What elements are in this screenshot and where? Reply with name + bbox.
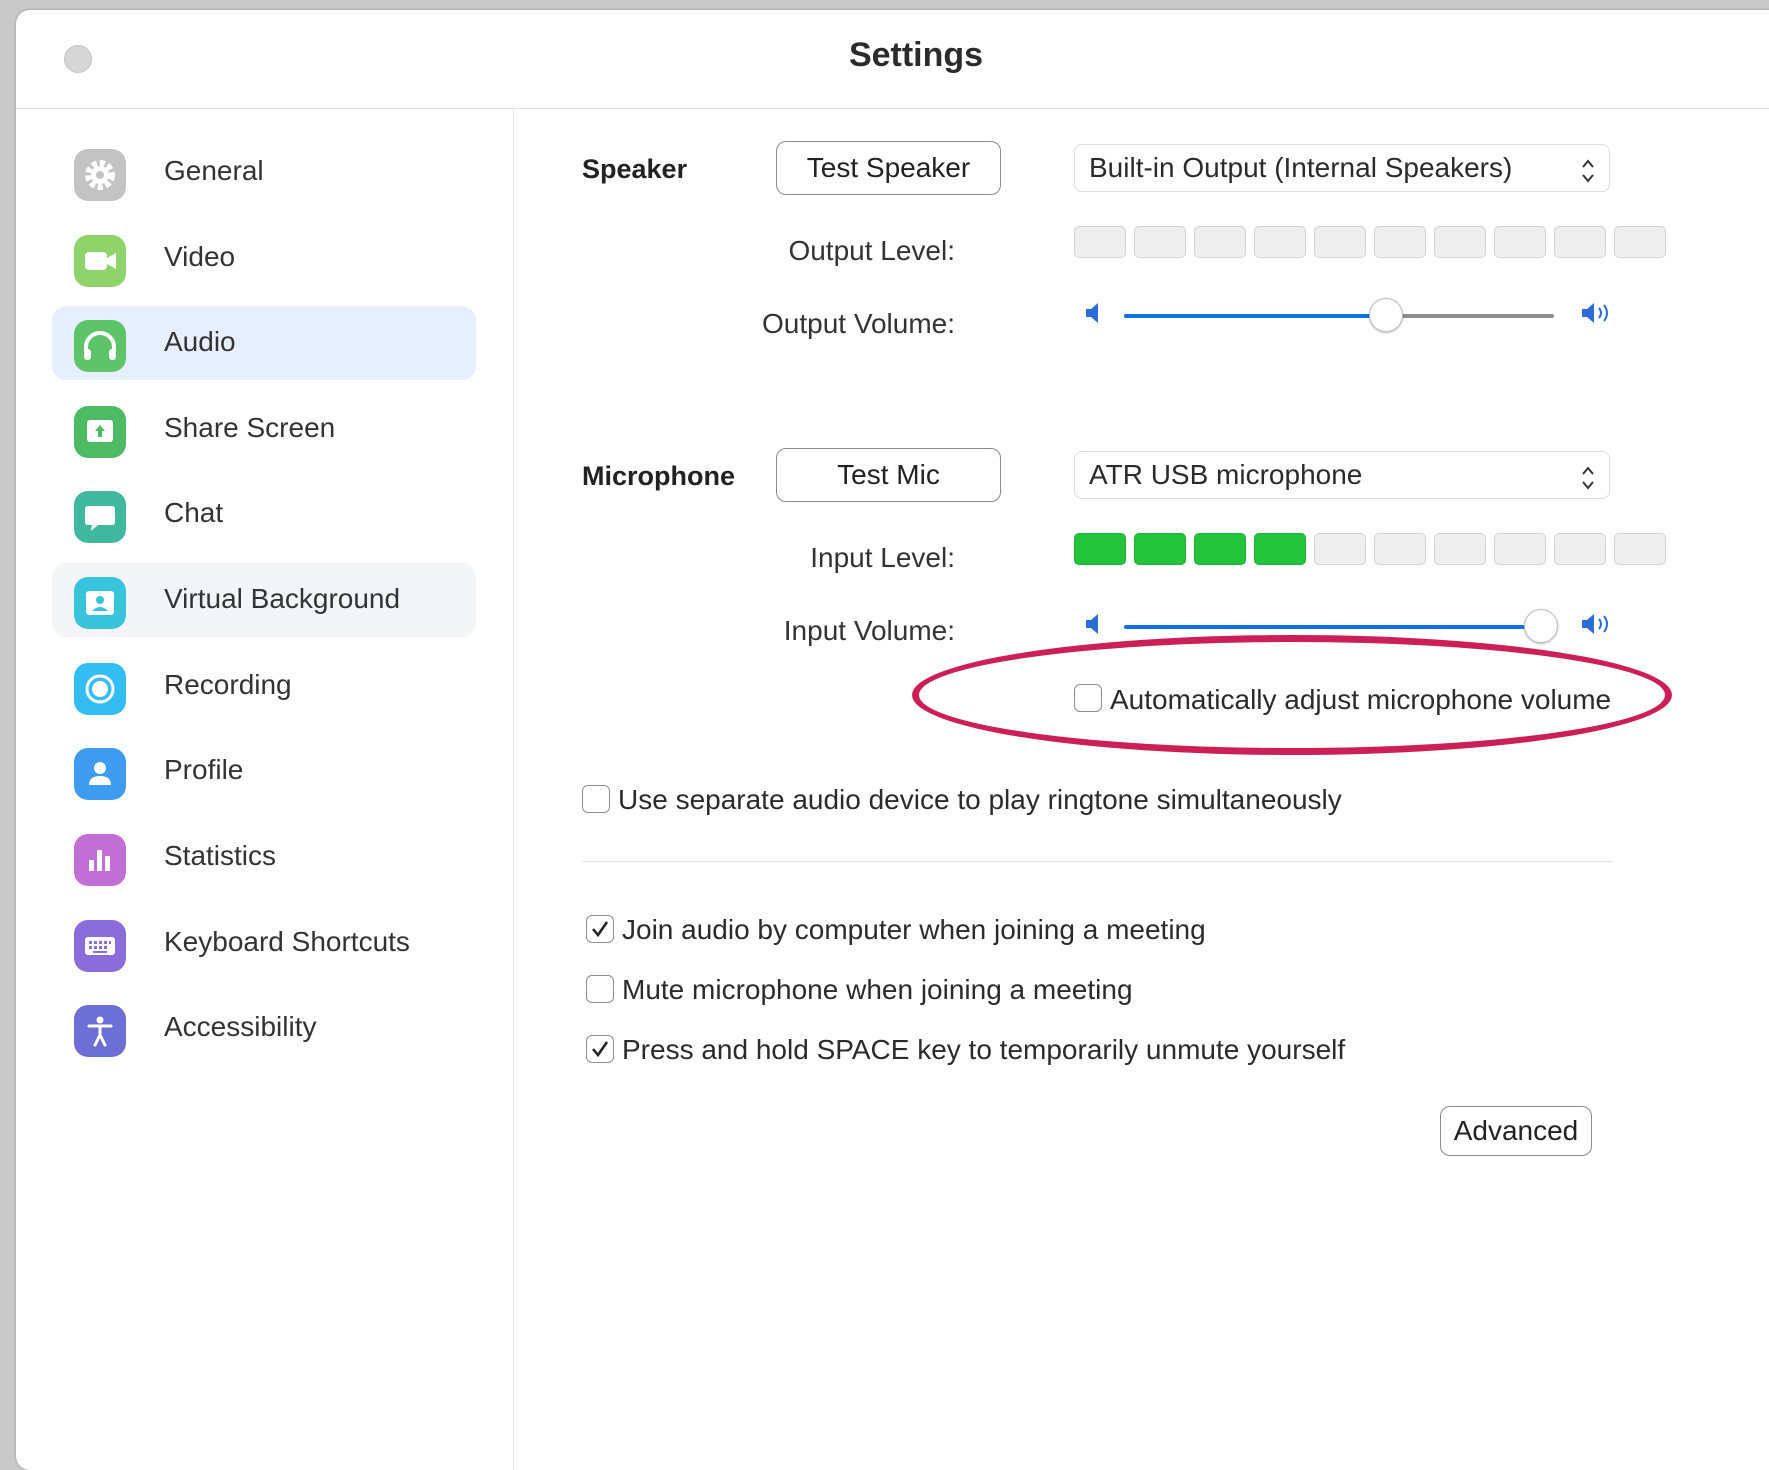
virtual-background-icon [74,577,126,629]
title-bar: Settings [16,10,1769,109]
sidebar-item-label: Virtual Background [164,583,401,614]
chevron-up-down-icon [1581,153,1595,198]
level-segment [1314,533,1366,565]
sidebar-item-chat[interactable]: Chat [52,477,476,551]
keyboard-icon [74,920,126,972]
input-volume-label: Input Volume: [783,615,955,646]
sidebar-item-keyboard-shortcuts[interactable]: Keyboard Shortcuts [52,906,476,980]
level-segment [1074,533,1126,565]
space-unmute-checkbox[interactable] [586,1035,614,1063]
level-segment [1494,533,1546,565]
output-volume-slider[interactable] [1124,297,1554,337]
sidebar-item-label: General [164,155,264,186]
volume-low-icon [1084,612,1104,641]
slider-fill [1124,625,1542,629]
sidebar-item-label: Chat [164,497,224,528]
sidebar-item-recording[interactable]: Recording [52,649,476,723]
level-segment [1194,226,1246,258]
output-volume-label: Output Volume: [761,308,955,339]
separate-ringtone-checkbox[interactable] [582,785,610,813]
level-segment [1614,533,1666,565]
level-segment [1494,226,1546,258]
advanced-button[interactable]: Advanced [1440,1106,1592,1156]
mute-on-join-checkbox[interactable] [586,975,614,1003]
sidebar-item-accessibility[interactable]: Accessibility [52,991,476,1065]
sidebar-item-label: Statistics [164,840,277,871]
window-title: Settings [848,36,984,74]
sidebar-item-label: Profile [164,754,244,785]
sidebar-item-virtual-background[interactable]: Virtual Background [52,563,476,637]
bar-chart-icon [74,834,126,886]
level-segment [1134,226,1186,258]
checkmark-icon [592,921,609,938]
sidebar-item-label: Accessibility [164,1011,317,1042]
space-unmute-label: Press and hold SPACE key to temporarily … [622,1034,1346,1065]
test-speaker-button[interactable]: Test Speaker [776,141,1001,195]
microphone-section-label: Microphone [582,461,735,491]
person-icon [74,748,126,800]
level-segment [1614,226,1666,258]
sidebar-item-label: Recording [164,669,292,700]
level-segment [1554,226,1606,258]
microphone-device-select[interactable]: ATR USB microphone [1074,451,1610,499]
speaker-device-select[interactable]: Built-in Output (Internal Speakers) [1074,144,1610,192]
microphone-device-value: ATR USB microphone [1089,459,1363,490]
chat-bubble-icon [74,491,126,543]
volume-high-icon [1580,301,1614,330]
slider-knob[interactable] [1369,298,1404,332]
sidebar-item-statistics[interactable]: Statistics [52,820,476,894]
level-segment [1374,533,1426,565]
sidebar-item-audio[interactable]: Audio [52,306,476,380]
settings-sidebar: General Video Audio Share Screen Chat Vi… [16,109,514,1470]
level-segment [1254,226,1306,258]
share-screen-icon [74,406,126,458]
chevron-up-down-icon [1581,460,1595,505]
join-audio-label: Join audio by computer when joining a me… [622,914,1206,945]
output-level-label: Output Level: [788,235,955,266]
level-segment [1434,533,1486,565]
level-segment [1374,226,1426,258]
sidebar-item-label: Video [164,241,236,272]
sidebar-item-share-screen[interactable]: Share Screen [52,392,476,466]
audio-settings-panel: Speaker Test Speaker Built-in Output (In… [514,109,1769,1470]
settings-window: Settings General Video Audio Share Scree… [16,10,1769,1470]
level-segment [1074,226,1126,258]
input-level-label: Input Level: [810,542,955,573]
join-audio-checkbox[interactable] [586,915,614,943]
sidebar-item-profile[interactable]: Profile [52,734,476,808]
test-mic-button[interactable]: Test Mic [776,448,1001,502]
section-divider [582,861,1612,862]
output-level-meter [1074,226,1674,260]
level-segment [1134,533,1186,565]
sidebar-item-label: Share Screen [164,412,336,443]
video-camera-icon [74,235,126,287]
sidebar-item-general[interactable]: General [52,135,476,209]
level-segment [1554,533,1606,565]
level-segment [1194,533,1246,565]
headphones-icon [74,320,126,372]
sidebar-item-label: Keyboard Shortcuts [164,926,410,957]
sidebar-item-video[interactable]: Video [52,221,476,295]
speaker-section-label: Speaker [582,154,688,184]
level-segment [1314,226,1366,258]
level-segment [1434,226,1486,258]
slider-knob[interactable] [1524,609,1559,643]
mute-on-join-label: Mute microphone when joining a meeting [622,974,1133,1005]
separate-ringtone-label: Use separate audio device to play ringto… [618,784,1342,815]
checkmark-icon [592,1041,609,1058]
slider-fill [1124,314,1387,318]
speaker-device-value: Built-in Output (Internal Speakers) [1089,152,1513,183]
gear-icon [74,149,126,201]
volume-low-icon [1084,301,1104,330]
accessibility-icon [74,1005,126,1057]
volume-high-icon [1580,612,1614,641]
sidebar-item-label: Audio [164,326,236,357]
input-level-meter [1074,533,1674,567]
level-segment [1254,533,1306,565]
record-icon [74,663,126,715]
annotation-circle [912,635,1672,755]
